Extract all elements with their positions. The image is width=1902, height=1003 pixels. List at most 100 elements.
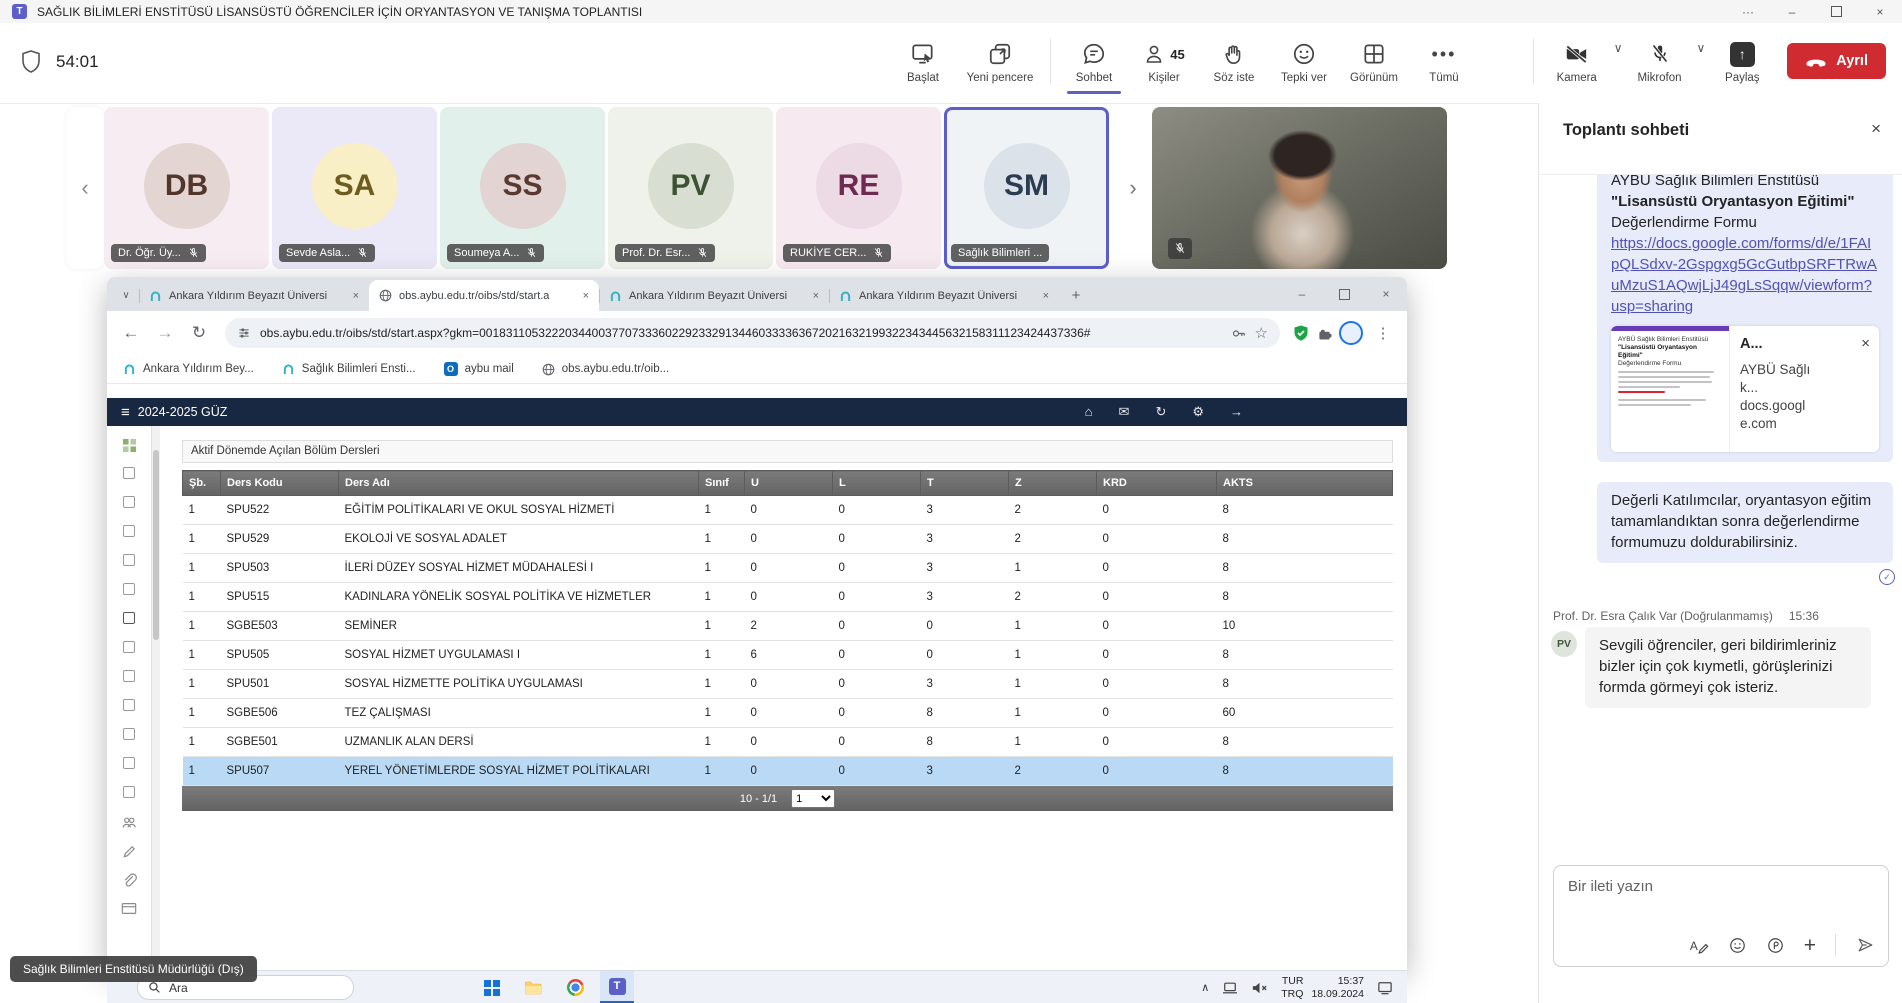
chat-message-sent[interactable]: Değerli Katılımcılar, oryantasyon eğitim… [1597, 482, 1893, 563]
participant-tile[interactable]: SASevde Asla... [272, 107, 437, 269]
toolbar-button-camera[interactable]: Kamera [1542, 35, 1612, 84]
hamburger-menu-icon[interactable]: ≡ [121, 404, 130, 421]
toolbar-button-view[interactable]: Görünüm [1339, 35, 1409, 84]
table-row[interactable]: 1SPU529EKOLOJİ VE SOSYAL ADALET1003208 [183, 525, 1393, 554]
filmstrip-previous-button[interactable]: ‹ [66, 107, 104, 269]
attach-plus-icon[interactable]: + [1804, 936, 1816, 955]
mail-icon[interactable]: ✉ [1119, 404, 1130, 420]
reload-button[interactable]: ↻ [185, 323, 213, 343]
notification-center-icon[interactable] [1377, 981, 1393, 995]
browser-maximize-button[interactable] [1323, 277, 1365, 311]
bookmark-star-icon[interactable]: ☆ [1255, 324, 1268, 342]
sidebar-menu-checkbox[interactable] [123, 583, 135, 595]
logout-icon[interactable]: → [1230, 404, 1243, 420]
browser-tab-active[interactable]: obs.aybu.edu.tr/oibs/std/start.a × [369, 280, 599, 311]
participant-tile[interactable]: RERUKİYE CER... [776, 107, 941, 269]
start-button[interactable] [474, 971, 508, 1003]
table-row[interactable]: 1SPU507YEREL YÖNETİMLERDE SOSYAL HİZMET … [183, 757, 1393, 786]
participant-video-tile[interactable] [1152, 107, 1447, 269]
participant-tile[interactable]: SMSağlık Bilimleri ... [944, 107, 1109, 269]
filmstrip-next-button[interactable]: › [1118, 107, 1148, 269]
table-row[interactable]: 1SGBE501UZMANLIK ALAN DERSİ1008108 [183, 728, 1393, 757]
teams-button-active[interactable]: T [600, 971, 634, 1003]
sidebar-scrollbar[interactable] [152, 426, 160, 971]
chrome-button[interactable] [558, 971, 592, 1003]
chat-message-sent[interactable]: AYBÜ Sağlık Bilimleri Enstitüsü "Lisansü… [1597, 174, 1893, 462]
participant-tile[interactable]: PVProf. Dr. Esr... [608, 107, 773, 269]
browser-tab[interactable]: Ankara Yıldırım Beyazıt Üniversi × [829, 281, 1059, 311]
address-bar[interactable]: obs.aybu.edu.tr/oibs/std/start.aspx?gkm=… [225, 318, 1280, 348]
sidebar-menu-checkbox[interactable] [123, 641, 135, 653]
window-minimize-button[interactable]: – [1770, 0, 1814, 23]
tab-search-button[interactable]: ∨ [113, 282, 139, 308]
sidebar-menu-checkbox[interactable] [123, 612, 135, 624]
form-link[interactable]: https://docs.google.com/forms/d/e/1FAIpQ… [1611, 235, 1877, 315]
participant-tile[interactable]: SSSoumeya A... [440, 107, 605, 269]
home-icon[interactable]: ⌂ [1085, 404, 1093, 420]
tab-close-icon[interactable]: × [351, 290, 361, 302]
browser-tab[interactable]: Ankara Yıldırım Beyazıt Üniversi × [139, 281, 369, 311]
participant-tile[interactable]: DBDr. Öğr. Üy... [104, 107, 269, 269]
tab-close-icon[interactable]: × [581, 290, 591, 302]
browser-close-button[interactable]: × [1365, 277, 1407, 311]
sidebar-menu-checkbox[interactable] [123, 757, 135, 769]
emoji-icon[interactable] [1728, 936, 1747, 955]
toolbar-button-more-all[interactable]: ••• Tümü [1409, 35, 1479, 84]
chat-messages[interactable]: AYBÜ Sağlık Bilimleri Enstitüsü "Lisansü… [1539, 174, 1902, 861]
toolbar-button-new-window[interactable]: Yeni pencere [958, 35, 1042, 84]
tab-close-icon[interactable]: × [811, 290, 821, 302]
password-key-icon[interactable] [1231, 326, 1246, 341]
table-row[interactable]: 1SPU515KADINLARA YÖNELİK SOSYAL POLİTİKA… [183, 583, 1393, 612]
chat-close-icon[interactable]: × [1871, 119, 1881, 139]
sidebar-menu-checkbox[interactable] [123, 525, 135, 537]
refresh-icon[interactable]: ↻ [1155, 404, 1166, 420]
mic-options-chevron-icon[interactable]: ∨ [1697, 41, 1706, 55]
tab-close-icon[interactable]: × [1041, 290, 1051, 302]
forward-button[interactable]: → [151, 323, 179, 343]
card-display-icon[interactable] [121, 902, 137, 915]
speaker-muted-icon[interactable] [1251, 981, 1268, 995]
people-menu-icon[interactable] [121, 815, 137, 830]
link-preview-card[interactable]: AYBÜ Sağlık Bilimleri Enstitüsü "Lisansü… [1611, 326, 1879, 452]
sidebar-menu-checkbox[interactable] [123, 670, 135, 682]
profile-avatar[interactable] [1339, 321, 1363, 345]
adblock-shield-icon[interactable] [1292, 324, 1310, 342]
message-composer[interactable]: Bir ileti yazın A + [1553, 865, 1889, 967]
toolbar-button-start-presenting[interactable]: Başlat [888, 35, 958, 84]
toolbar-button-raise-hand[interactable]: Söz iste [1199, 35, 1269, 84]
format-icon[interactable]: A [1689, 936, 1709, 955]
table-row[interactable]: 1SPU501SOSYAL HİZMETTE POLİTİKA UYGULAMA… [183, 670, 1393, 699]
window-close-button[interactable]: × [1858, 0, 1902, 23]
toolbar-button-react[interactable]: Tepki ver [1269, 35, 1339, 84]
tray-expand-icon[interactable]: ∧ [1201, 981, 1209, 994]
toolbar-button-chat[interactable]: Sohbet [1059, 35, 1129, 84]
tray-clock[interactable]: TURTRQ 15:3718.09.2024 [1281, 975, 1364, 1001]
browser-tab[interactable]: Ankara Yıldırım Beyazıt Üniversi × [599, 281, 829, 311]
sidebar-menu-checkbox[interactable] [123, 699, 135, 711]
extensions-puzzle-icon[interactable] [1316, 325, 1333, 342]
toolbar-button-microphone[interactable]: Mikrofon [1625, 35, 1695, 84]
sidebar-menu-checkbox[interactable] [123, 786, 135, 798]
modules-grid-icon[interactable] [122, 438, 137, 453]
table-row[interactable]: 1SGBE503SEMİNER12001010 [183, 612, 1393, 641]
sidebar-menu-checkbox[interactable] [123, 467, 135, 479]
file-explorer-button[interactable] [516, 971, 550, 1003]
page-select[interactable]: 1 [791, 789, 835, 808]
settings-gear-icon[interactable]: ⚙ [1192, 404, 1204, 420]
sidebar-menu-checkbox[interactable] [123, 554, 135, 566]
table-row[interactable]: 1SPU505SOSYAL HİZMET UYGULAMASI I1600108 [183, 641, 1393, 670]
bookmark-item[interactable]: obs.aybu.edu.tr/oib... [542, 363, 669, 376]
preview-close-icon[interactable]: × [1861, 333, 1870, 354]
edit-pencil-icon[interactable] [122, 844, 137, 859]
new-tab-button[interactable]: + [1063, 282, 1089, 308]
toolbar-button-share[interactable]: ↑ Paylaş [1707, 35, 1777, 84]
bookmark-item[interactable]: O aybu mail [444, 362, 514, 376]
chat-message-received[interactable]: Sevgili öğrenciler, geri bildirimleriniz… [1585, 627, 1871, 708]
window-maximize-button[interactable] [1814, 0, 1858, 23]
sidebar-menu-checkbox[interactable] [123, 728, 135, 740]
attachment-clip-icon[interactable] [122, 873, 137, 888]
leave-button[interactable]: Ayrıl [1787, 43, 1886, 79]
bookmark-item[interactable]: Sağlık Bilimleri Ensti... [282, 363, 416, 376]
camera-options-chevron-icon[interactable]: ∨ [1614, 41, 1623, 55]
send-icon[interactable] [1855, 935, 1876, 955]
